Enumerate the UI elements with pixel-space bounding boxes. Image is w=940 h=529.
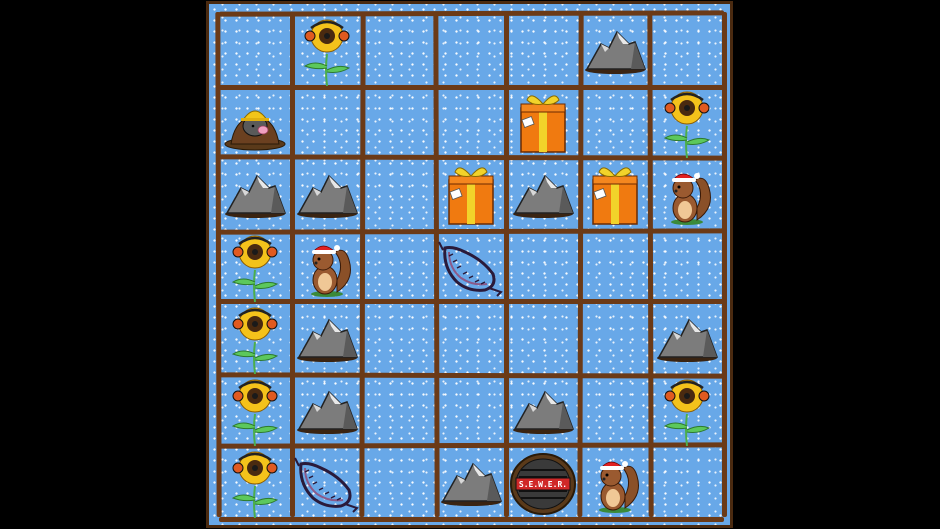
rock-icon bbox=[440, 463, 502, 507]
board-cell-sunflower[interactable] bbox=[219, 446, 291, 518]
board-cell-rock[interactable] bbox=[507, 374, 579, 446]
board-cell-squirrel[interactable] bbox=[651, 158, 723, 230]
board-cell-rock[interactable] bbox=[291, 158, 363, 230]
board-cell-gift[interactable] bbox=[435, 158, 507, 230]
board-cell-trap[interactable] bbox=[291, 446, 363, 518]
trap-icon bbox=[437, 240, 503, 298]
sunflower-icon bbox=[303, 18, 351, 86]
game-board[interactable]: S.E.W.E.R. bbox=[206, 1, 733, 528]
rock-icon bbox=[584, 31, 646, 75]
board-cell-rock[interactable] bbox=[651, 302, 723, 374]
sunflower-icon bbox=[231, 450, 279, 518]
sunflower-icon bbox=[231, 234, 279, 302]
board-cell-rock[interactable] bbox=[219, 158, 291, 230]
rock-icon bbox=[512, 175, 574, 219]
board-cell-rock[interactable] bbox=[507, 158, 579, 230]
board-cell-sunflower[interactable] bbox=[651, 374, 723, 446]
squirrel-icon bbox=[598, 460, 639, 514]
board-cell-sunflower[interactable] bbox=[219, 230, 291, 302]
board-cell-mole[interactable] bbox=[219, 86, 291, 158]
gift-icon bbox=[448, 167, 494, 225]
board-cell-gift[interactable] bbox=[507, 86, 579, 158]
board-cell-gift[interactable] bbox=[579, 158, 651, 230]
rock-icon bbox=[296, 319, 358, 363]
gift-icon bbox=[592, 167, 638, 225]
mole-icon bbox=[224, 110, 286, 151]
board-cell-rock[interactable] bbox=[291, 374, 363, 446]
sunflower-icon bbox=[663, 90, 711, 158]
board-cell-rock[interactable] bbox=[435, 446, 507, 518]
rock-icon bbox=[656, 319, 718, 363]
sewer-icon: S.E.W.E.R. bbox=[510, 453, 576, 515]
sunflower-icon bbox=[231, 378, 279, 446]
rock-icon bbox=[512, 391, 574, 435]
squirrel-icon bbox=[310, 244, 351, 298]
board-cell-rock[interactable] bbox=[579, 14, 651, 86]
sunflower-icon bbox=[231, 306, 279, 374]
sunflower-icon bbox=[663, 378, 711, 446]
rock-icon bbox=[296, 391, 358, 435]
sewer-label: S.E.W.E.R. bbox=[519, 480, 567, 489]
board-cell-sunflower[interactable] bbox=[219, 302, 291, 374]
board-cell-sewer[interactable]: S.E.W.E.R. bbox=[507, 446, 579, 518]
board-cell-sunflower[interactable] bbox=[651, 86, 723, 158]
board-cell-trap[interactable] bbox=[435, 230, 507, 302]
board-cell-squirrel[interactable] bbox=[579, 446, 651, 518]
board-cell-sunflower[interactable] bbox=[291, 14, 363, 86]
trap-icon bbox=[293, 456, 359, 514]
rock-icon bbox=[296, 175, 358, 219]
gift-icon bbox=[520, 95, 566, 153]
rock-icon bbox=[224, 175, 286, 219]
board-cell-sunflower[interactable] bbox=[219, 374, 291, 446]
squirrel-icon bbox=[670, 172, 711, 226]
board-cell-squirrel[interactable] bbox=[291, 230, 363, 302]
board-cell-rock[interactable] bbox=[291, 302, 363, 374]
